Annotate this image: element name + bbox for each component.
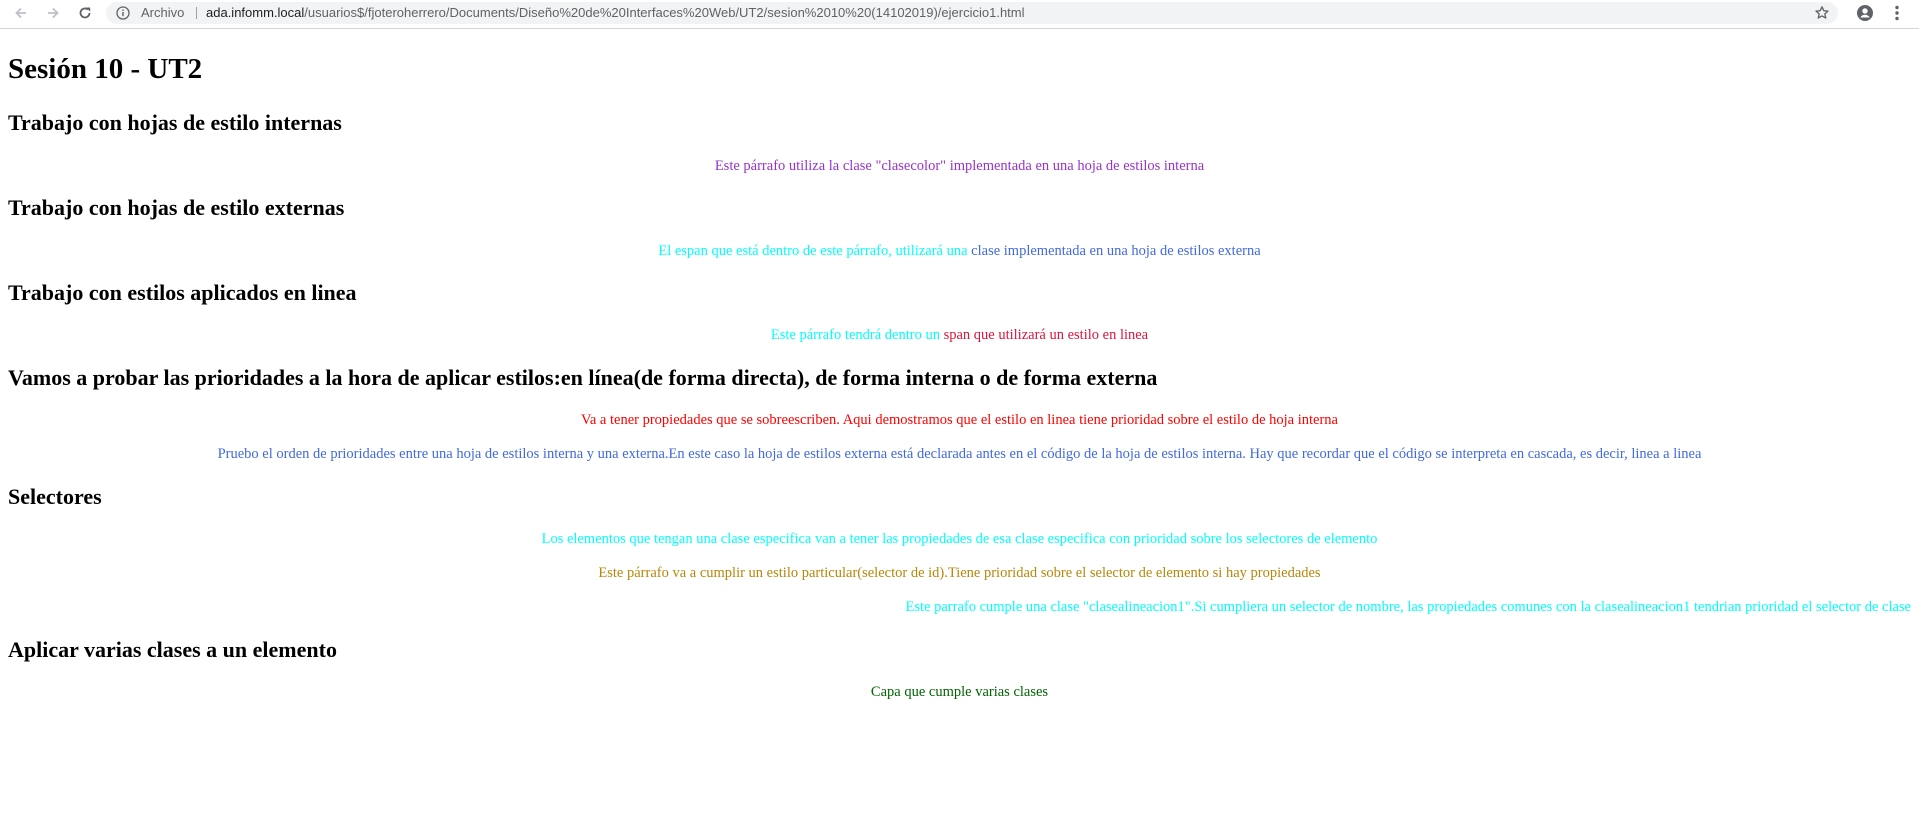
heading-inline-styles: Trabajo con estilos aplicados en linea [8,280,357,305]
paragraph-text: Este párrafo tendrá dentro un [770,327,944,343]
inline-style-span: span que utilizará un estilo en linea [943,327,1149,343]
paragraph-overwritten-properties: Va a tener propiedades que se sobreescri… [581,412,1338,428]
heading-multiple-classes: Aplicar varias clases a un elemento [8,637,337,662]
reload-icon [79,7,91,19]
archivo-label: Archivo [141,5,185,20]
back-button[interactable] [8,0,34,26]
star-icon[interactable] [1814,5,1830,21]
paragraph-clasealineacion1: Este parrafo cumple una clase "clasealin… [905,599,1911,615]
paragraph-priority-order: Pruebo el orden de prioridades entre una… [217,446,1702,462]
browser-toolbar: Archivo ada.infomm.local/usuarios$/fjote… [0,0,1919,29]
heading-internal-styles: Trabajo con hojas de estilo internas [8,110,342,135]
url-host: ada.infomm.local [206,5,305,20]
forward-button[interactable] [40,0,66,26]
paragraph-id-selector: Este párrafo va a cumplir un estilo part… [598,565,1321,581]
info-icon[interactable] [116,6,130,20]
heading-selectors: Selectores [8,484,102,509]
menu-icon[interactable] [1887,3,1907,23]
paragraph-clasecolor: Este párrafo utiliza la clase "clasecolo… [714,158,1205,174]
external-class-span: clase implementada en una hoja de estilo… [971,243,1261,259]
heading-external-styles: Trabajo con hojas de estilo externas [8,195,345,220]
reload-button[interactable] [72,0,98,26]
url-text[interactable]: ada.infomm.local/usuarios$/fjoteroherrer… [206,2,1025,24]
address-bar[interactable]: Archivo ada.infomm.local/usuarios$/fjote… [106,2,1838,24]
page-title: Sesión 10 - UT2 [8,53,203,85]
heading-priorities: Vamos a probar las prioridades a la hora… [8,365,1158,390]
paragraph-class-selector: Los elementos que tengan una clase espec… [541,531,1378,547]
back-icon [15,7,26,19]
account-icon[interactable] [1855,3,1875,23]
paragraph-inline-span: Este párrafo tendrá dentro un span que u… [8,326,1911,344]
forward-icon [48,7,59,19]
paragraph-text: El espan que está dentro de este párrafo… [658,243,972,259]
omnibox-separator [196,7,197,19]
paragraph-external-span: El espan que está dentro de este párrafo… [8,242,1911,260]
paragraph-multiple-classes: Capa que cumple varias clases [870,684,1049,700]
url-path: /usuarios$/fjoteroherrero/Documents/Dise… [304,5,1025,20]
